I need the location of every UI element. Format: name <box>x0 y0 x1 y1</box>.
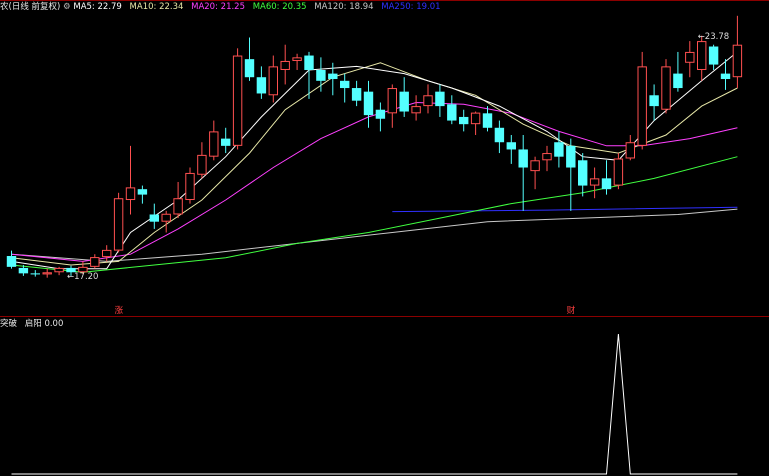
candle-body-down <box>708 46 719 65</box>
candle-body-down <box>149 214 159 222</box>
candle-body-up <box>90 257 100 267</box>
candle-body-down <box>518 149 528 168</box>
candle-body-up <box>470 112 481 125</box>
candle-body-down <box>30 273 40 275</box>
candle-body-up <box>613 158 624 186</box>
candle-body-down <box>6 256 17 267</box>
candle-body-up <box>661 66 671 110</box>
ma60-label: MA60: 20.35 <box>252 2 307 12</box>
candle-body-down <box>649 95 659 107</box>
candle-body-up <box>387 88 398 114</box>
event-marker: 财 <box>567 305 576 316</box>
candle-body-up <box>232 55 243 146</box>
settings-icon[interactable]: ⚙ <box>63 2 71 12</box>
candle-body-down <box>673 73 683 89</box>
candle-body-down <box>399 91 409 112</box>
candle-body-up <box>530 160 540 172</box>
candle-body-up <box>542 153 552 161</box>
price-annotation: ←23.78 <box>698 32 729 42</box>
candle-body-up <box>102 249 112 258</box>
candle-body-up <box>197 154 207 175</box>
candle-body-down <box>720 73 731 80</box>
ma250-label: MA250: 19.01 <box>381 2 441 12</box>
candle-body-down <box>340 80 350 89</box>
candle-body-down <box>566 145 576 168</box>
price-chart: ←23.78 ←17.20 涨 财 <box>6 15 743 475</box>
candle-body-down <box>256 77 267 94</box>
chart-title[interactable]: 农(日线 前复权) <box>0 2 60 12</box>
candle-body-down <box>316 69 326 81</box>
ma250-line <box>392 206 738 213</box>
candle-body-up <box>589 178 600 186</box>
candle-body-down <box>137 189 148 195</box>
candle-body-up <box>411 106 421 114</box>
candle-body-up <box>54 267 64 273</box>
candle-body-up <box>268 66 279 96</box>
candle-body-down <box>244 59 255 78</box>
candle-body-down <box>351 88 362 101</box>
candle-body-up <box>732 44 743 78</box>
candle-body-up <box>209 131 219 157</box>
candle-body-up <box>280 60 290 70</box>
candle-body-down <box>482 113 493 128</box>
ma20-label: MA20: 21.25 <box>191 2 245 12</box>
candle-body-down <box>328 73 338 80</box>
candle-body-down <box>578 160 588 186</box>
event-marker: 涨 <box>115 305 124 316</box>
candle-body-up <box>173 198 183 215</box>
candle-body-up <box>685 51 695 63</box>
candle-body-down <box>459 116 469 125</box>
candle-body-up <box>697 41 707 70</box>
candle-body-down <box>304 55 314 70</box>
ma120-label: MA120: 18.94 <box>314 2 374 12</box>
candle-body-up <box>423 95 433 107</box>
candle-body-up <box>625 142 635 159</box>
candle-body-down <box>601 178 612 190</box>
indicator-label: 启阳 <box>24 319 42 329</box>
candle-body-down <box>447 104 457 121</box>
candle-body-up <box>113 198 124 251</box>
main-chart-header: 农(日线 前复权) ⚙ MA5: 22.79 MA10: 22.34 MA20:… <box>0 1 441 13</box>
candle-body-up <box>42 272 52 275</box>
ma10-label: MA10: 22.34 <box>129 2 184 12</box>
indicator-name[interactable]: 突破 <box>0 319 17 329</box>
candle-body-down <box>375 109 386 119</box>
ma5-label: MA5: 22.79 <box>73 2 122 12</box>
panel-separator <box>0 316 769 317</box>
candle-body-down <box>494 127 505 143</box>
candle-body-down <box>506 142 516 150</box>
candle-body-up <box>125 187 136 201</box>
candle-body-down <box>221 138 231 146</box>
candle-body-up <box>185 172 195 201</box>
candle-body-down <box>363 91 374 116</box>
indicator-header: 突破 启阳 0.00 <box>0 318 63 330</box>
candle-body-up <box>292 57 302 61</box>
candle-body-down <box>554 142 564 157</box>
candle-body-down <box>18 267 29 274</box>
indicator-line <box>11 333 738 475</box>
indicator-value: 0.00 <box>44 319 64 329</box>
candle-body-down <box>435 91 445 107</box>
candle-body-up <box>161 213 171 222</box>
candle-body-up <box>637 66 647 146</box>
price-annotation: ←17.20 <box>67 272 98 282</box>
